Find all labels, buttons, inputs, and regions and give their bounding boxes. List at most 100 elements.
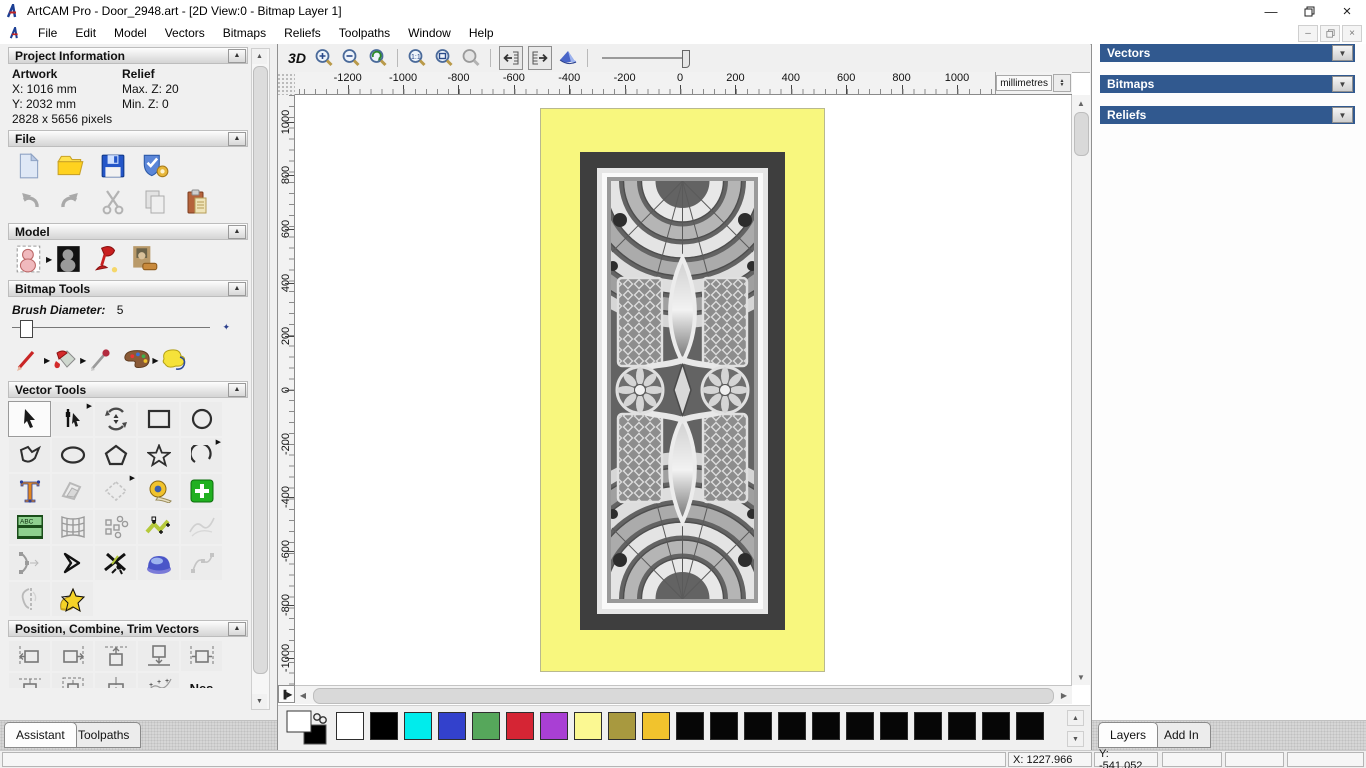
collapse-icon[interactable]: ▲ xyxy=(228,281,246,296)
align-bottom-icon[interactable] xyxy=(138,641,179,671)
extrude-icon[interactable] xyxy=(138,546,179,580)
brush-diameter-slider[interactable]: ✦ xyxy=(12,319,238,338)
preview-relief-icon[interactable] xyxy=(557,47,579,69)
open-model-icon[interactable] xyxy=(56,151,86,181)
scroll-thumb[interactable] xyxy=(1074,112,1089,156)
wrap-star-icon[interactable] xyxy=(52,582,93,616)
create-rectangle-icon[interactable] xyxy=(138,402,179,436)
palette-swatch[interactable] xyxy=(642,712,670,740)
tab-layers[interactable]: Layers xyxy=(1098,722,1159,748)
text-block-icon[interactable]: ABC xyxy=(9,510,50,544)
palette-swatch[interactable] xyxy=(438,712,466,740)
fade-bitmap-right-icon[interactable] xyxy=(528,46,552,70)
collapse-icon[interactable]: ▲ xyxy=(228,621,246,636)
scroll-up-icon[interactable]: ▲ xyxy=(1067,710,1084,726)
palette-swatch[interactable] xyxy=(506,712,534,740)
scroll-up-icon[interactable]: ▲ xyxy=(252,49,267,64)
minimize-icon[interactable]: — xyxy=(1252,0,1290,22)
zoom-1to1-icon[interactable]: 1:1 xyxy=(406,47,428,69)
transform-vectors-icon[interactable] xyxy=(95,402,136,436)
scroll-left-icon[interactable]: ◀ xyxy=(295,687,311,703)
palette-swatch[interactable] xyxy=(540,712,568,740)
mdi-restore-icon[interactable] xyxy=(1320,25,1340,42)
zoom-fit-icon[interactable] xyxy=(433,47,455,69)
palette-swatch[interactable] xyxy=(948,712,976,740)
section-header-vector-tools[interactable]: Vector Tools ▲ xyxy=(8,381,248,398)
tab-assistant[interactable]: Assistant xyxy=(4,722,77,748)
collapse-icon[interactable]: ▲ xyxy=(228,224,246,239)
section-header-bitmap-tools[interactable]: Bitmap Tools ▲ xyxy=(8,280,248,297)
mdi-close-icon[interactable]: × xyxy=(1342,25,1362,42)
section-header-model[interactable]: Model ▲ xyxy=(8,223,248,240)
paste-add-icon[interactable] xyxy=(181,474,222,508)
invert-greyscale-icon[interactable] xyxy=(54,244,84,274)
palette-swatch[interactable] xyxy=(404,712,432,740)
primary-secondary-colour-icon[interactable] xyxy=(284,709,330,747)
ruler-toggle-button[interactable]: ▐▶ xyxy=(278,685,295,703)
menu-item[interactable]: Window xyxy=(399,23,460,43)
paste-along-curve-icon[interactable]: + + + xyxy=(138,673,179,688)
fade-slider-handle-icon[interactable] xyxy=(682,50,690,68)
panel-header[interactable]: Reliefs ▼ xyxy=(1100,106,1355,124)
flood-fill-tolerance-icon[interactable] xyxy=(158,345,188,375)
save-model-icon[interactable] xyxy=(98,151,128,181)
assistant-scrollbar[interactable]: ▲ ▼ xyxy=(251,48,270,710)
palette-swatch[interactable] xyxy=(608,712,636,740)
create-ellipse-icon[interactable] xyxy=(52,438,93,472)
zoom-in-icon[interactable] xyxy=(313,47,335,69)
centre-in-page-2-icon[interactable] xyxy=(52,673,93,688)
free-relief-distortion-icon[interactable] xyxy=(181,510,222,544)
palette-swatch[interactable] xyxy=(812,712,840,740)
restore-icon[interactable] xyxy=(1290,0,1328,22)
panel-header[interactable]: Bitmaps ▼ xyxy=(1100,75,1355,93)
create-polygon-icon[interactable] xyxy=(95,438,136,472)
align-left-icon[interactable] xyxy=(9,641,50,671)
tab-add-in[interactable]: Add In xyxy=(1152,722,1211,748)
scroll-down-icon[interactable]: ▼ xyxy=(1067,731,1084,747)
menu-item[interactable]: File xyxy=(29,23,66,43)
envelope-distortion-icon[interactable] xyxy=(52,510,93,544)
align-centre-x-icon[interactable] xyxy=(181,641,222,671)
palette-swatch[interactable] xyxy=(370,712,398,740)
mdi-minimize-icon[interactable]: – xyxy=(1298,25,1318,42)
vector-outline-icon[interactable]: ▶ xyxy=(95,474,136,508)
expand-icon[interactable]: ▼ xyxy=(1332,45,1353,61)
undo-icon[interactable] xyxy=(14,187,44,217)
block-paste-icon[interactable] xyxy=(95,510,136,544)
scroll-thumb[interactable] xyxy=(253,66,268,674)
fit-arcs-icon[interactable] xyxy=(138,510,179,544)
collapse-icon[interactable]: ▲ xyxy=(228,382,246,397)
collapse-icon[interactable]: ▲ xyxy=(228,131,246,146)
select-vectors-icon[interactable] xyxy=(8,401,51,437)
palette-swatch[interactable] xyxy=(880,712,908,740)
pick-colour-icon[interactable] xyxy=(86,345,116,375)
arrow-chevron-icon[interactable] xyxy=(52,546,93,580)
nested-nodes-icon[interactable] xyxy=(181,546,222,580)
palette-swatch[interactable] xyxy=(472,712,500,740)
section-header-file[interactable]: File ▲ xyxy=(8,130,248,147)
model-properties-icon[interactable] xyxy=(140,151,170,181)
mirror-vectors-icon[interactable] xyxy=(9,582,50,616)
expand-icon[interactable]: ▼ xyxy=(1332,76,1353,92)
palette-swatch[interactable] xyxy=(846,712,874,740)
centre-in-page-icon[interactable] xyxy=(9,673,50,688)
nesting-tool[interactable]: Nes xyxy=(181,673,222,689)
node-editing-icon[interactable]: ▶ xyxy=(52,402,93,436)
canvas-vertical-scrollbar[interactable]: ▲ ▼ xyxy=(1071,95,1090,685)
menu-item[interactable]: Vectors xyxy=(156,23,214,43)
units-value[interactable]: millimetres xyxy=(996,75,1052,91)
units-dropdown-icon[interactable]: ▲ ▼ xyxy=(1053,74,1071,92)
palette-swatch[interactable] xyxy=(778,712,806,740)
fillet-arcs-icon[interactable] xyxy=(9,546,50,580)
palette-swatch[interactable] xyxy=(1016,712,1044,740)
section-header-project-information[interactable]: Project Information ▲ xyxy=(8,47,248,64)
paste-icon[interactable] xyxy=(182,187,212,217)
redo-icon[interactable] xyxy=(56,187,86,217)
menu-item[interactable]: Help xyxy=(460,23,503,43)
palette-swatch[interactable] xyxy=(914,712,942,740)
paint-icon[interactable] xyxy=(14,345,44,375)
copy-icon[interactable] xyxy=(140,187,170,217)
create-arc-icon[interactable]: ▶ xyxy=(181,438,222,472)
align-right-icon[interactable] xyxy=(52,641,93,671)
palette-swatch[interactable] xyxy=(676,712,704,740)
